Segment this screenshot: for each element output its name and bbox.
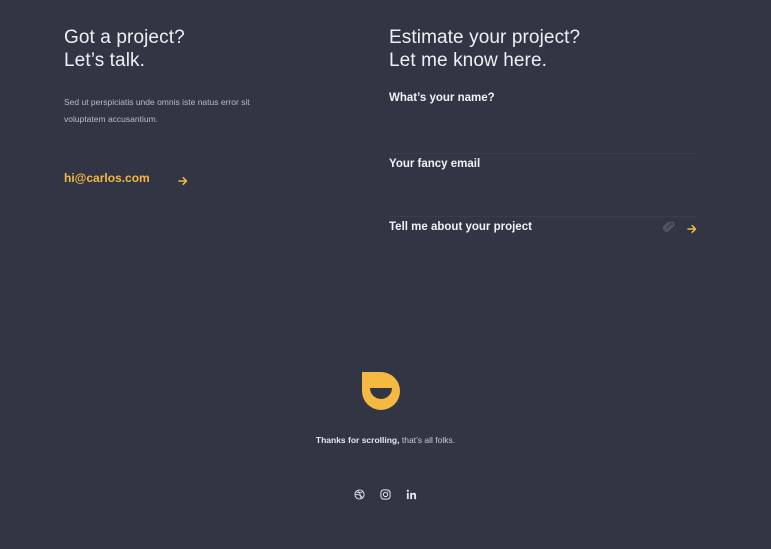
project-field-tools [663,220,697,234]
email-row: hi@carlos.com [64,171,188,186]
social-links [0,488,771,500]
email-input[interactable] [389,156,639,172]
project-field-row [389,217,697,280]
linkedin-icon[interactable] [406,488,418,500]
project-input[interactable] [389,219,639,235]
contact-heading-line1: Got a project? [64,27,185,48]
paperclip-icon[interactable] [663,220,675,232]
footer-thanks: Thanks for scrolling, that’s all folks. [0,435,771,445]
estimate-section: Estimate your project? Let me know here. [389,26,697,280]
email-link[interactable]: hi@carlos.com [64,171,150,185]
dribbble-icon[interactable] [354,488,366,500]
contact-heading-line2: Let’s talk. [64,50,146,71]
estimate-heading-line2: Let me know here. [389,50,548,71]
contact-section: Got a project? Let’s talk. Sed ut perspi… [64,26,324,128]
name-field-row [389,88,697,154]
contact-page: Got a project? Let’s talk. Sed ut perspi… [0,0,771,549]
footer-thanks-rest: that’s all folks. [399,435,456,445]
name-input[interactable] [389,90,639,106]
estimate-heading: Estimate your project? Let me know here. [389,26,697,72]
footer-thanks-bold: Thanks for scrolling, [315,435,400,445]
submit-arrow-icon[interactable] [687,221,697,234]
smiley-logo [362,372,400,410]
arrow-right-icon[interactable] [177,173,188,186]
contact-heading: Got a project? Let’s talk. [64,26,324,72]
email-field-row [389,154,697,217]
contact-intro: Sed ut perspiciatis unde omnis iste natu… [64,97,250,124]
estimate-form [389,88,697,280]
estimate-heading-line1: Estimate your project? [389,27,581,48]
instagram-icon[interactable] [380,488,392,500]
